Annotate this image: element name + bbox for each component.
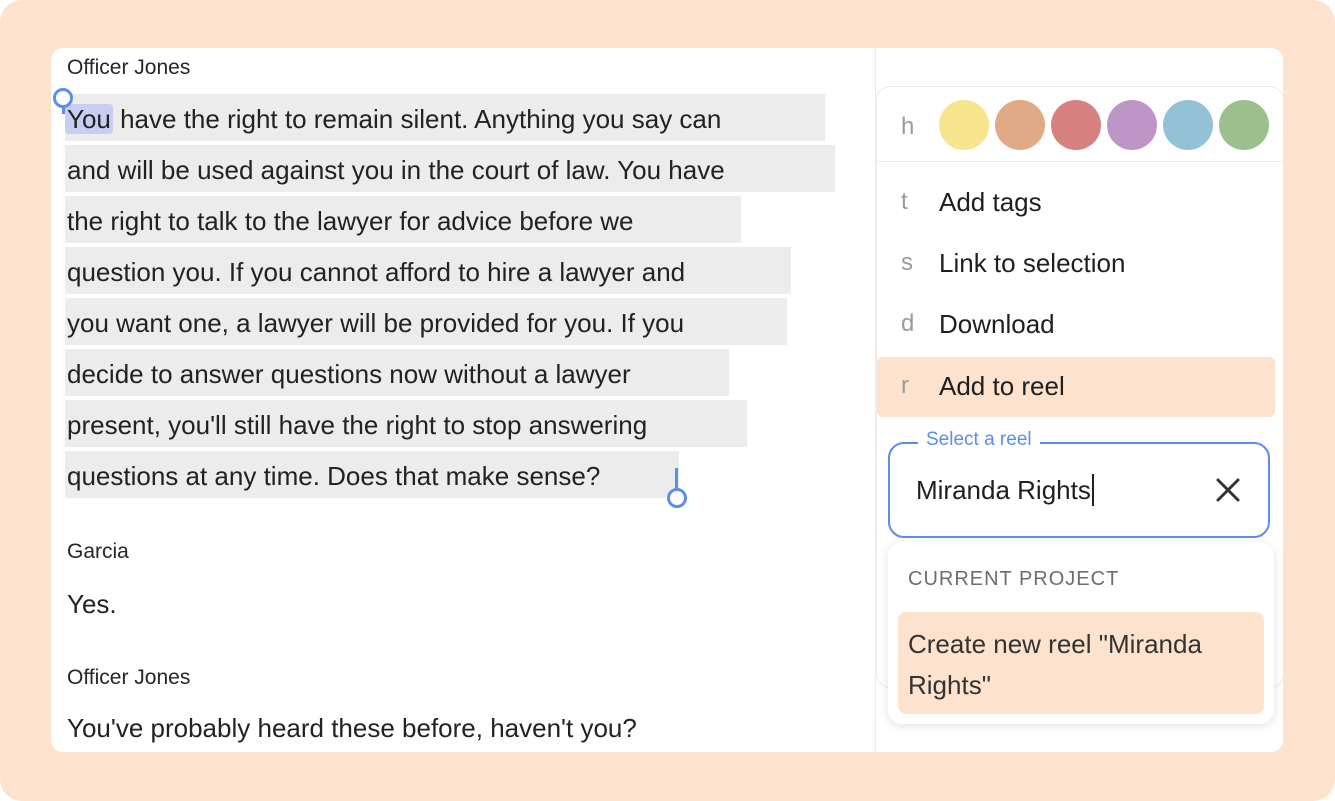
hotkey-label: s: [901, 249, 913, 276]
selection-end-handle[interactable]: [667, 488, 687, 508]
highlight-color-row: h: [877, 87, 1283, 162]
transcript: Officer Jones You have the right to rema…: [51, 48, 875, 752]
speaker-name: Officer Jones: [67, 56, 191, 79]
transcript-line[interactable]: You have the right to remain silent. Any…: [65, 104, 722, 135]
menu-item-label: Add to reel: [939, 371, 1065, 401]
speaker-name: Garcia: [67, 540, 129, 563]
transcript-line[interactable]: decide to answer questions now without a…: [67, 359, 631, 390]
transcript-line[interactable]: the right to talk to the lawyer for advi…: [67, 206, 634, 237]
reel-select-input[interactable]: Select a reel Miranda Rights: [888, 429, 1270, 538]
transcript-line[interactable]: You've probably heard these before, have…: [67, 713, 637, 744]
hotkey-label: d: [901, 310, 915, 337]
menu-item-add-to-reel[interactable]: r Add to reel: [877, 357, 1275, 417]
transcript-line[interactable]: you want one, a lawyer will be provided …: [67, 308, 684, 339]
content-card: Officer Jones You have the right to rema…: [51, 48, 1283, 752]
selection-start-handle[interactable]: [53, 88, 73, 108]
transcript-line[interactable]: question you. If you cannot afford to hi…: [67, 257, 685, 288]
transcript-line[interactable]: present, you'll still have the right to …: [67, 410, 647, 441]
menu-item-label: Download: [939, 309, 1055, 339]
reel-dropdown: CURRENT PROJECT Create new reel "Miranda…: [888, 542, 1274, 724]
speaker-name: Officer Jones: [67, 666, 191, 689]
create-new-reel-label: Create new reel "Miranda Rights": [908, 629, 1202, 700]
create-new-reel-option[interactable]: Create new reel "Miranda Rights": [898, 612, 1264, 714]
menu-item-download[interactable]: d Download: [877, 295, 1275, 355]
highlighted-word: You: [65, 104, 113, 134]
app-frame: Officer Jones You have the right to rema…: [0, 0, 1335, 801]
hotkey-label: t: [901, 188, 908, 215]
menu-item-link-to-selection[interactable]: s Link to selection: [877, 234, 1275, 294]
hotkey-label: r: [901, 372, 909, 399]
clear-button[interactable]: [1212, 474, 1244, 506]
reel-select-legend: Select a reel: [918, 429, 1040, 451]
side-panel: h t Add tags s Link to selection d Downl…: [875, 48, 1283, 752]
selection-end-handle-stem: [675, 468, 678, 488]
close-icon: [1216, 478, 1240, 502]
menu-item-add-tags[interactable]: t Add tags: [877, 173, 1275, 233]
transcript-line[interactable]: and will be used against you in the cour…: [67, 155, 725, 186]
color-swatch-orange[interactable]: [995, 100, 1045, 150]
color-swatch-blue[interactable]: [1163, 100, 1213, 150]
transcript-line[interactable]: questions at any time. Does that make se…: [67, 461, 600, 492]
hotkey-label: h: [901, 113, 915, 140]
color-swatch-red[interactable]: [1051, 100, 1101, 150]
menu-item-label: Add tags: [939, 187, 1042, 217]
color-swatch-purple[interactable]: [1107, 100, 1157, 150]
color-swatch-green[interactable]: [1219, 100, 1269, 150]
selection-start-handle-stem: [62, 106, 65, 114]
transcript-line-text: have the right to remain silent. Anythin…: [112, 104, 722, 134]
transcript-line[interactable]: Yes.: [67, 589, 117, 620]
dropdown-section-heading: CURRENT PROJECT: [908, 568, 1120, 590]
menu-item-label: Link to selection: [939, 248, 1126, 278]
color-swatch-yellow[interactable]: [939, 100, 989, 150]
reel-search-value[interactable]: Miranda Rights: [916, 474, 1094, 506]
